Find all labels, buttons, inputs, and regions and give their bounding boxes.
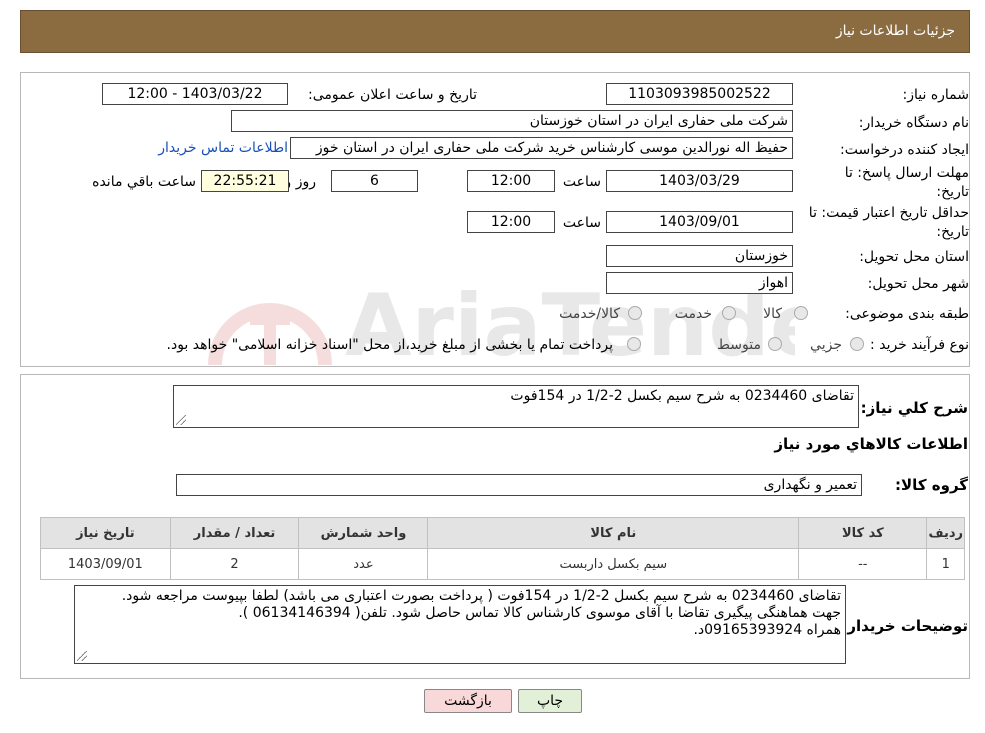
category-radio-goods[interactable] bbox=[794, 306, 808, 320]
deadline-time-label: ساعت bbox=[562, 174, 601, 190]
deadline-label: مهلت ارسال پاسخ: تا bbox=[844, 165, 969, 181]
announce-date-field: 1403/03/22 - 12:00 bbox=[102, 83, 288, 105]
buyer-org-field: شرکت ملی حفاری ایران در استان خوزستان bbox=[231, 110, 793, 132]
city-field: اهواز bbox=[606, 272, 793, 294]
buyer-notes-textarea: تقاضای 0234460 به شرح سیم بکسل 2-1/2 در … bbox=[74, 585, 846, 664]
category-label: طبقه بندی موضوعی: bbox=[845, 306, 969, 322]
payment-note: پرداخت تمام یا بخشی از مبلغ خرید،از محل … bbox=[166, 337, 613, 353]
city-label: شهر محل تحویل: bbox=[867, 276, 969, 292]
cell-name: سیم بکسل داربست bbox=[427, 548, 800, 580]
goods-table: ردیف کد کالا نام کالا واحد شمارش تعداد /… bbox=[40, 517, 965, 580]
cell-quantity: 2 bbox=[169, 548, 300, 580]
need-number-label: شماره نیاز: bbox=[902, 87, 970, 103]
validity-label: حداقل تاریخ اعتبار قیمت: تا bbox=[808, 205, 969, 221]
resize-handle-icon[interactable] bbox=[77, 651, 87, 661]
province-label: استان محل تحویل: bbox=[859, 249, 969, 265]
buyer-notes-line: جهت هماهنگی پیگیری تقاضا با آقای موسوی ک… bbox=[238, 605, 841, 621]
group-label: گروه کالا: bbox=[895, 476, 968, 494]
col-header-row-number: ردیف bbox=[926, 517, 965, 549]
summary-textarea: تقاضای 0234460 به شرح سیم بکسل 2-1/2 در … bbox=[173, 385, 859, 428]
remaining-time-field: 22:55:21 bbox=[201, 170, 289, 192]
deadline-time-field: 12:00 bbox=[467, 170, 555, 192]
summary-label: شرح کلي نیاز: bbox=[860, 399, 968, 417]
cell-code: -- bbox=[798, 548, 928, 580]
page-title: جزئیات اطلاعات نیاز bbox=[835, 23, 955, 39]
need-number-field: 1103093985002522 bbox=[606, 83, 793, 105]
page-header: جزئیات اطلاعات نیاز bbox=[20, 10, 970, 53]
resize-handle-icon[interactable] bbox=[176, 415, 186, 425]
treasury-checkbox[interactable] bbox=[627, 337, 641, 351]
announce-label: تاریخ و ساعت اعلان عمومی: bbox=[308, 87, 477, 103]
deadline-label-date: تاریخ: bbox=[936, 184, 969, 200]
category-option-goods: کالا bbox=[763, 306, 782, 322]
province-field: خوزستان bbox=[606, 245, 793, 267]
back-button[interactable]: بازگشت bbox=[424, 689, 512, 713]
remaining-label: ساعت باقي مانده bbox=[92, 174, 196, 190]
cell-row-number: 1 bbox=[926, 548, 965, 580]
validity-time-field: 12:00 bbox=[467, 211, 555, 233]
col-header-date: تاریخ نیاز bbox=[40, 517, 171, 549]
buyer-notes-label: توضیحات خریدار: bbox=[841, 617, 968, 635]
process-radio-medium[interactable] bbox=[768, 337, 782, 351]
category-radio-goods-service[interactable] bbox=[628, 306, 642, 320]
col-header-quantity: تعداد / مقدار bbox=[169, 517, 300, 549]
buyer-notes-line: تقاضای 0234460 به شرح سیم بکسل 2-1/2 در … bbox=[121, 588, 841, 604]
creator-field: حفیظ اله نورالدین موسی کارشناس خرید شرکت… bbox=[290, 137, 793, 159]
contact-info-link[interactable]: اطلاعات تماس خریدار bbox=[158, 140, 288, 156]
creator-label: ایجاد کننده درخواست: bbox=[840, 142, 969, 158]
category-option-goods-service: کالا/خدمت bbox=[559, 306, 620, 322]
days-label: روز و bbox=[284, 174, 317, 190]
col-header-code: کد کالا bbox=[798, 517, 928, 549]
process-option-minor: جزیي bbox=[810, 337, 842, 353]
cell-unit: عدد bbox=[298, 548, 429, 580]
print-button[interactable]: چاپ bbox=[518, 689, 582, 713]
table-row: 1 -- سیم بکسل داربست عدد 2 1403/09/01 bbox=[40, 548, 965, 580]
goods-info-title: اطلاعات کالاهاي مورد نیاز bbox=[774, 435, 968, 453]
process-option-medium: متوسط bbox=[717, 337, 761, 353]
validity-time-label: ساعت bbox=[562, 215, 601, 231]
validity-label-date: تاریخ: bbox=[936, 224, 969, 240]
days-field: 6 bbox=[331, 170, 418, 192]
table-header-row: ردیف کد کالا نام کالا واحد شمارش تعداد /… bbox=[40, 517, 965, 549]
summary-text: تقاضای 0234460 به شرح سیم بکسل 2-1/2 در … bbox=[510, 388, 854, 404]
category-option-service: خدمت bbox=[674, 306, 712, 322]
process-radio-minor[interactable] bbox=[850, 337, 864, 351]
cell-date: 1403/09/01 bbox=[40, 548, 171, 580]
buyer-org-label: نام دستگاه خریدار: bbox=[858, 115, 969, 131]
category-radio-service[interactable] bbox=[722, 306, 736, 320]
col-header-name: نام کالا bbox=[427, 517, 800, 549]
col-header-unit: واحد شمارش bbox=[298, 517, 429, 549]
buyer-notes-line: همراه 09165393924د. bbox=[693, 622, 841, 638]
validity-date-field: 1403/09/01 bbox=[606, 211, 793, 233]
process-label: نوع فرآیند خرید : bbox=[870, 337, 969, 353]
deadline-date-field: 1403/03/29 bbox=[606, 170, 793, 192]
group-field: تعمیر و نگهداری bbox=[176, 474, 862, 496]
